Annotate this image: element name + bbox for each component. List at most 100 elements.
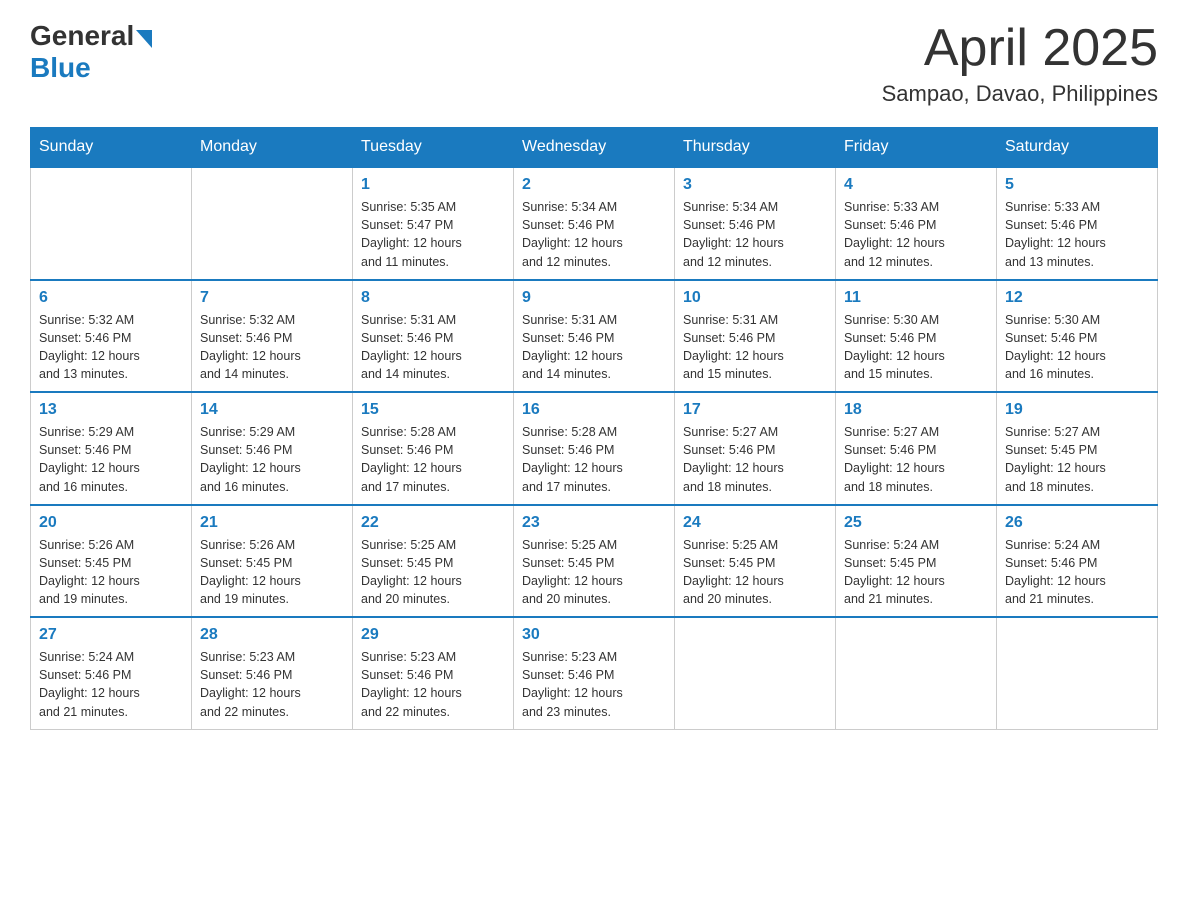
day-info: Sunrise: 5:27 AM Sunset: 5:46 PM Dayligh… <box>844 423 988 496</box>
day-info: Sunrise: 5:29 AM Sunset: 5:46 PM Dayligh… <box>200 423 344 496</box>
day-info: Sunrise: 5:34 AM Sunset: 5:46 PM Dayligh… <box>522 198 666 271</box>
day-number: 23 <box>522 514 666 532</box>
calendar-cell <box>31 167 192 280</box>
day-info: Sunrise: 5:34 AM Sunset: 5:46 PM Dayligh… <box>683 198 827 271</box>
day-number: 9 <box>522 289 666 307</box>
calendar-cell: 27 Sunrise: 5:24 AM Sunset: 5:46 PM Dayli… <box>31 617 192 729</box>
calendar-cell: 22Sunrise: 5:25 AM Sunset: 5:45 PM Dayli… <box>353 505 514 618</box>
day-info: Sunrise: 5:27 AM Sunset: 5:45 PM Dayligh… <box>1005 423 1149 496</box>
calendar-cell: 1Sunrise: 5:35 AM Sunset: 5:47 PM Daylig… <box>353 167 514 280</box>
calendar-table: SundayMondayTuesdayWednesdayThursdayFrid… <box>30 127 1158 730</box>
day-info: Sunrise: 5:25 AM Sunset: 5:45 PM Dayligh… <box>522 536 666 609</box>
calendar-header-row: SundayMondayTuesdayWednesdayThursdayFrid… <box>31 128 1158 168</box>
calendar-cell: 25Sunrise: 5:24 AM Sunset: 5:45 PM Dayli… <box>836 505 997 618</box>
day-info: Sunrise: 5:33 AM Sunset: 5:46 PM Dayligh… <box>1005 198 1149 271</box>
day-info: Sunrise: 5:26 AM Sunset: 5:45 PM Dayligh… <box>200 536 344 609</box>
day-info: Sunrise: 5:24 AM Sunset: 5:46 PM Dayligh… <box>1005 536 1149 609</box>
calendar-cell: 10 Sunrise: 5:31 AM Sunset: 5:46 PM Dayli… <box>675 280 836 393</box>
logo-blue: Blue <box>30 52 91 84</box>
day-info: Sunrise: 5:31 AM Sunset: 5:46 PM Dayligh… <box>683 311 827 384</box>
calendar-cell: 30Sunrise: 5:23 AM Sunset: 5:46 PM Dayli… <box>514 617 675 729</box>
day-number: 27 <box>39 626 183 644</box>
day-info: Sunrise: 5:31 AM Sunset: 5:46 PM Dayligh… <box>522 311 666 384</box>
day-info: Sunrise: 5:24 AM Sunset: 5:45 PM Dayligh… <box>844 536 988 609</box>
day-info: Sunrise: 5:28 AM Sunset: 5:46 PM Dayligh… <box>522 423 666 496</box>
day-info: Sunrise: 5:23 AM Sunset: 5:46 PM Dayligh… <box>361 648 505 721</box>
calendar-cell: 17Sunrise: 5:27 AM Sunset: 5:46 PM Dayli… <box>675 392 836 505</box>
day-number: 30 <box>522 626 666 644</box>
calendar-cell <box>997 617 1158 729</box>
day-info: Sunrise: 5:32 AM Sunset: 5:46 PM Dayligh… <box>39 311 183 384</box>
calendar-cell <box>675 617 836 729</box>
header-day-thursday: Thursday <box>675 128 836 168</box>
day-info: Sunrise: 5:27 AM Sunset: 5:46 PM Dayligh… <box>683 423 827 496</box>
calendar-cell: 5 Sunrise: 5:33 AM Sunset: 5:46 PM Daylig… <box>997 167 1158 280</box>
calendar-week-5: 27 Sunrise: 5:24 AM Sunset: 5:46 PM Dayli… <box>31 617 1158 729</box>
logo: General Blue <box>30 20 152 84</box>
day-info: Sunrise: 5:25 AM Sunset: 5:45 PM Dayligh… <box>683 536 827 609</box>
page-header: General Blue April 2025 Sampao, Davao, P… <box>30 20 1158 107</box>
day-number: 7 <box>200 289 344 307</box>
day-info: Sunrise: 5:31 AM Sunset: 5:46 PM Dayligh… <box>361 311 505 384</box>
calendar-cell: 2 Sunrise: 5:34 AM Sunset: 5:46 PM Daylig… <box>514 167 675 280</box>
calendar-cell: 8 Sunrise: 5:31 AM Sunset: 5:46 PM Daylig… <box>353 280 514 393</box>
day-number: 28 <box>200 626 344 644</box>
day-number: 29 <box>361 626 505 644</box>
logo-general: General <box>30 20 134 52</box>
calendar-week-3: 13Sunrise: 5:29 AM Sunset: 5:46 PM Dayli… <box>31 392 1158 505</box>
calendar-cell: 29 Sunrise: 5:23 AM Sunset: 5:46 PM Dayli… <box>353 617 514 729</box>
header-day-friday: Friday <box>836 128 997 168</box>
calendar-cell: 28Sunrise: 5:23 AM Sunset: 5:46 PM Dayli… <box>192 617 353 729</box>
header-day-sunday: Sunday <box>31 128 192 168</box>
calendar-cell <box>836 617 997 729</box>
calendar-cell: 6Sunrise: 5:32 AM Sunset: 5:46 PM Daylig… <box>31 280 192 393</box>
calendar-cell: 16Sunrise: 5:28 AM Sunset: 5:46 PM Dayli… <box>514 392 675 505</box>
calendar-title: April 2025 <box>882 20 1158 77</box>
day-number: 24 <box>683 514 827 532</box>
header-day-wednesday: Wednesday <box>514 128 675 168</box>
day-number: 26 <box>1005 514 1149 532</box>
day-number: 1 <box>361 176 505 194</box>
day-info: Sunrise: 5:33 AM Sunset: 5:46 PM Dayligh… <box>844 198 988 271</box>
day-number: 8 <box>361 289 505 307</box>
day-number: 5 <box>1005 176 1149 194</box>
day-number: 15 <box>361 401 505 419</box>
day-info: Sunrise: 5:26 AM Sunset: 5:45 PM Dayligh… <box>39 536 183 609</box>
calendar-cell: 23 Sunrise: 5:25 AM Sunset: 5:45 PM Dayli… <box>514 505 675 618</box>
day-info: Sunrise: 5:30 AM Sunset: 5:46 PM Dayligh… <box>844 311 988 384</box>
day-number: 21 <box>200 514 344 532</box>
day-number: 3 <box>683 176 827 194</box>
day-number: 20 <box>39 514 183 532</box>
calendar-cell: 26 Sunrise: 5:24 AM Sunset: 5:46 PM Dayli… <box>997 505 1158 618</box>
calendar-cell: 14Sunrise: 5:29 AM Sunset: 5:46 PM Dayli… <box>192 392 353 505</box>
calendar-cell: 24 Sunrise: 5:25 AM Sunset: 5:45 PM Dayli… <box>675 505 836 618</box>
calendar-week-4: 20 Sunrise: 5:26 AM Sunset: 5:45 PM Dayli… <box>31 505 1158 618</box>
calendar-cell: 19 Sunrise: 5:27 AM Sunset: 5:45 PM Dayli… <box>997 392 1158 505</box>
day-number: 19 <box>1005 401 1149 419</box>
logo-triangle-icon <box>136 30 152 48</box>
calendar-location: Sampao, Davao, Philippines <box>882 81 1158 107</box>
calendar-cell: 21 Sunrise: 5:26 AM Sunset: 5:45 PM Dayli… <box>192 505 353 618</box>
day-number: 2 <box>522 176 666 194</box>
day-info: Sunrise: 5:30 AM Sunset: 5:46 PM Dayligh… <box>1005 311 1149 384</box>
calendar-cell <box>192 167 353 280</box>
calendar-cell: 7 Sunrise: 5:32 AM Sunset: 5:46 PM Daylig… <box>192 280 353 393</box>
header-day-saturday: Saturday <box>997 128 1158 168</box>
day-info: Sunrise: 5:28 AM Sunset: 5:46 PM Dayligh… <box>361 423 505 496</box>
calendar-cell: 12Sunrise: 5:30 AM Sunset: 5:46 PM Dayli… <box>997 280 1158 393</box>
calendar-cell: 20 Sunrise: 5:26 AM Sunset: 5:45 PM Dayli… <box>31 505 192 618</box>
calendar-cell: 15 Sunrise: 5:28 AM Sunset: 5:46 PM Dayli… <box>353 392 514 505</box>
calendar-week-1: 1Sunrise: 5:35 AM Sunset: 5:47 PM Daylig… <box>31 167 1158 280</box>
day-info: Sunrise: 5:24 AM Sunset: 5:46 PM Dayligh… <box>39 648 183 721</box>
header-day-monday: Monday <box>192 128 353 168</box>
day-info: Sunrise: 5:29 AM Sunset: 5:46 PM Dayligh… <box>39 423 183 496</box>
calendar-week-2: 6Sunrise: 5:32 AM Sunset: 5:46 PM Daylig… <box>31 280 1158 393</box>
calendar-cell: 11 Sunrise: 5:30 AM Sunset: 5:46 PM Dayli… <box>836 280 997 393</box>
day-number: 22 <box>361 514 505 532</box>
header-day-tuesday: Tuesday <box>353 128 514 168</box>
day-info: Sunrise: 5:32 AM Sunset: 5:46 PM Dayligh… <box>200 311 344 384</box>
day-number: 18 <box>844 401 988 419</box>
day-number: 11 <box>844 289 988 307</box>
day-number: 10 <box>683 289 827 307</box>
calendar-cell: 9 Sunrise: 5:31 AM Sunset: 5:46 PM Daylig… <box>514 280 675 393</box>
